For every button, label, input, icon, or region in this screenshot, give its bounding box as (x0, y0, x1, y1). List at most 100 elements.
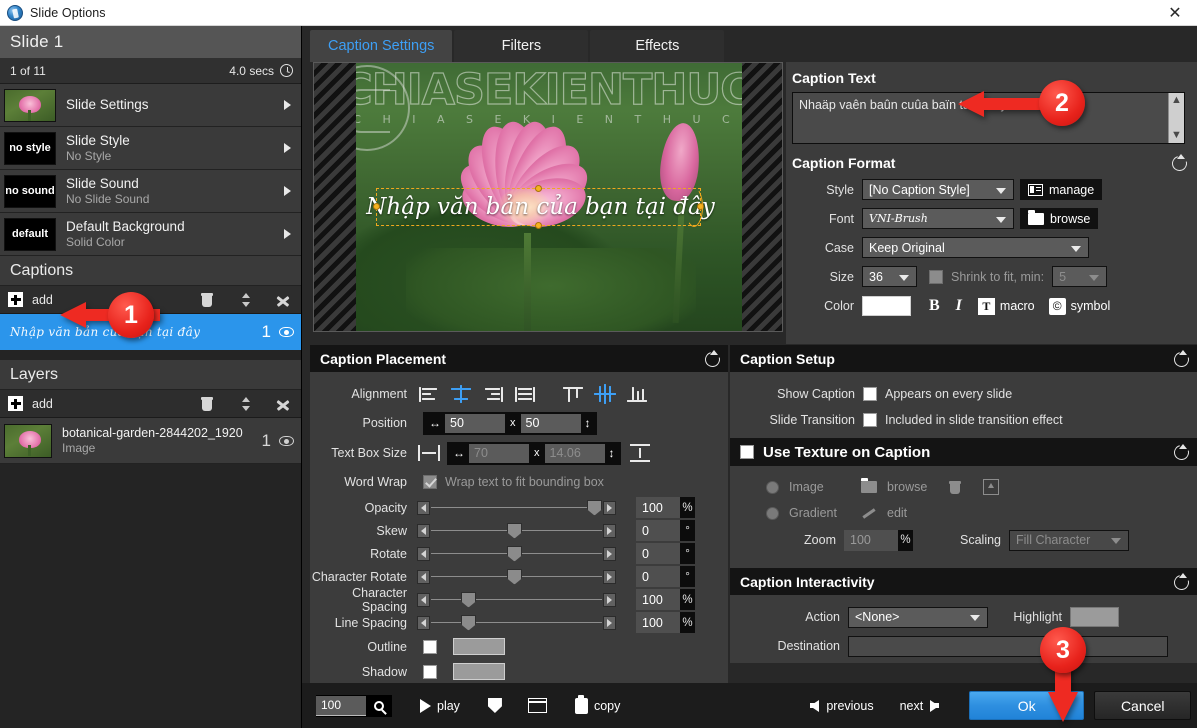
sidebar-item-slide-style[interactable]: no style Slide Style No Style (0, 127, 301, 170)
outline-checkbox[interactable] (423, 639, 437, 654)
resize-handle-bottom[interactable] (534, 222, 542, 229)
pencil-icon[interactable] (861, 506, 877, 520)
shadow-checkbox[interactable] (423, 664, 437, 679)
shadow-color-swatch[interactable] (453, 663, 505, 680)
layer-tools-icon[interactable] (275, 396, 291, 412)
scroll-up-icon[interactable]: ▲ (1171, 95, 1182, 106)
align-bottom-icon[interactable] (625, 384, 649, 404)
visibility-eye-icon[interactable] (279, 327, 294, 337)
reset-texture-icon[interactable] (1172, 443, 1189, 461)
reorder-layer-icon[interactable] (237, 396, 253, 412)
zoom-control[interactable]: 100 (316, 694, 392, 717)
slide-transition-checkbox[interactable] (863, 413, 877, 427)
symbol-label[interactable]: symbol (1071, 299, 1111, 313)
manage-styles-button[interactable]: manage (1020, 179, 1103, 200)
line-spacing-slider[interactable] (417, 614, 630, 632)
play-button[interactable]: play (420, 698, 460, 713)
outline-color-swatch[interactable] (453, 638, 505, 655)
texture-zoom-value[interactable]: 100 (844, 529, 898, 551)
align-middle-icon[interactable] (593, 384, 617, 404)
use-texture-checkbox[interactable] (740, 445, 754, 459)
reset-caption-setup-icon[interactable] (1172, 350, 1189, 367)
character-spacing-value[interactable]: 100 (636, 589, 680, 610)
line-spacing-value[interactable]: 100 (636, 612, 680, 633)
opacity-slider[interactable] (417, 499, 630, 517)
case-select[interactable]: Keep Original (862, 237, 1089, 258)
texture-scaling-select[interactable]: Fill Character (1009, 529, 1129, 551)
opacity-value[interactable]: 100 (636, 497, 680, 518)
textbox-width-input[interactable]: 70 (469, 443, 529, 463)
texture-browse-label[interactable]: browse (887, 480, 927, 494)
macro-icon[interactable]: T (977, 297, 995, 315)
reorder-caption-icon[interactable] (237, 292, 253, 308)
destination-input[interactable] (848, 635, 1168, 657)
add-layer-icon[interactable] (8, 396, 23, 411)
word-wrap-checkbox[interactable] (423, 475, 437, 489)
texture-gradient-radio[interactable] (766, 506, 779, 520)
caption-tools-icon[interactable] (275, 292, 291, 308)
skew-slider[interactable] (417, 522, 630, 540)
size-select[interactable]: 36 (862, 266, 917, 287)
shrink-min-select[interactable]: 5 (1052, 266, 1108, 287)
add-caption-label[interactable]: add (32, 293, 53, 307)
caption-style-select[interactable]: [No Caption Style] (862, 179, 1014, 200)
skew-value[interactable]: 0 (636, 520, 680, 541)
scroll-down-icon[interactable]: ▼ (1171, 130, 1182, 141)
character-rotate-slider[interactable] (417, 568, 630, 586)
bold-button[interactable]: B (929, 297, 940, 315)
close-icon[interactable]: ✕ (1153, 0, 1197, 25)
next-button[interactable]: next (900, 699, 940, 713)
rotate-value[interactable]: 0 (636, 543, 680, 564)
texture-edit-label[interactable]: edit (887, 506, 907, 520)
position-y-input[interactable]: 50 (520, 413, 581, 433)
tab-caption-settings[interactable]: Caption Settings (310, 30, 453, 62)
macro-label[interactable]: macro (1000, 299, 1035, 313)
delete-caption-icon[interactable] (199, 292, 215, 308)
rotate-handle-icon[interactable] (685, 187, 703, 227)
resize-handle-left[interactable] (373, 203, 380, 210)
slide-preview[interactable]: CHIASEKIENTHUC C H I A S E K I E N T H U… (313, 62, 783, 332)
window-icon[interactable] (527, 698, 547, 713)
cancel-button[interactable]: Cancel (1094, 691, 1192, 720)
fit-height-icon[interactable] (629, 443, 651, 463)
resize-handle-top[interactable] (534, 185, 542, 192)
shrink-to-fit-checkbox[interactable] (929, 269, 943, 284)
character-rotate-value[interactable]: 0 (636, 566, 680, 587)
action-select[interactable]: <None> (848, 606, 988, 628)
previous-button[interactable]: previous (810, 699, 874, 713)
sidebar-item-slide-settings[interactable]: Slide Settings (0, 84, 301, 127)
italic-button[interactable]: I (956, 297, 962, 315)
caption-text-scrollbar[interactable]: ▲ ▼ (1168, 93, 1184, 143)
browse-font-button[interactable]: browse (1020, 208, 1099, 229)
fit-width-icon[interactable] (417, 444, 441, 462)
shield-icon[interactable] (487, 698, 502, 713)
copy-button[interactable]: copy (574, 694, 620, 714)
font-select[interactable]: VNI-Brush (862, 208, 1014, 229)
magnifier-icon[interactable] (366, 695, 392, 717)
list-item[interactable]: botanical-garden-2844202_1920 Image 1 (0, 418, 301, 464)
align-left-icon[interactable] (417, 384, 441, 404)
textbox-height-input[interactable]: 14.06 (544, 443, 605, 463)
caption-bounding-box[interactable] (373, 185, 704, 229)
sidebar-item-default-background[interactable]: default Default Background Solid Color (0, 213, 301, 256)
delete-layer-icon[interactable] (199, 396, 215, 412)
align-center-icon[interactable] (449, 384, 473, 404)
align-right-icon[interactable] (481, 384, 505, 404)
visibility-eye-icon[interactable] (279, 435, 294, 446)
delete-texture-icon[interactable] (947, 479, 963, 495)
zoom-input[interactable]: 100 (316, 695, 366, 716)
font-color-swatch[interactable] (862, 296, 911, 316)
export-texture-icon[interactable] (983, 479, 1000, 495)
add-layer-label[interactable]: add (32, 397, 53, 411)
rotate-slider[interactable] (417, 545, 630, 563)
position-x-input[interactable]: 50 (445, 413, 505, 433)
add-caption-icon[interactable] (8, 292, 23, 307)
symbol-icon[interactable]: © (1048, 297, 1066, 315)
texture-image-radio[interactable] (766, 480, 779, 494)
highlight-color-swatch[interactable] (1070, 607, 1119, 627)
align-top-icon[interactable] (561, 384, 585, 404)
reset-caption-format-icon[interactable] (1170, 154, 1187, 171)
tab-filters[interactable]: Filters (454, 30, 589, 62)
show-caption-checkbox[interactable] (863, 387, 877, 401)
align-justify-icon[interactable] (513, 384, 537, 404)
